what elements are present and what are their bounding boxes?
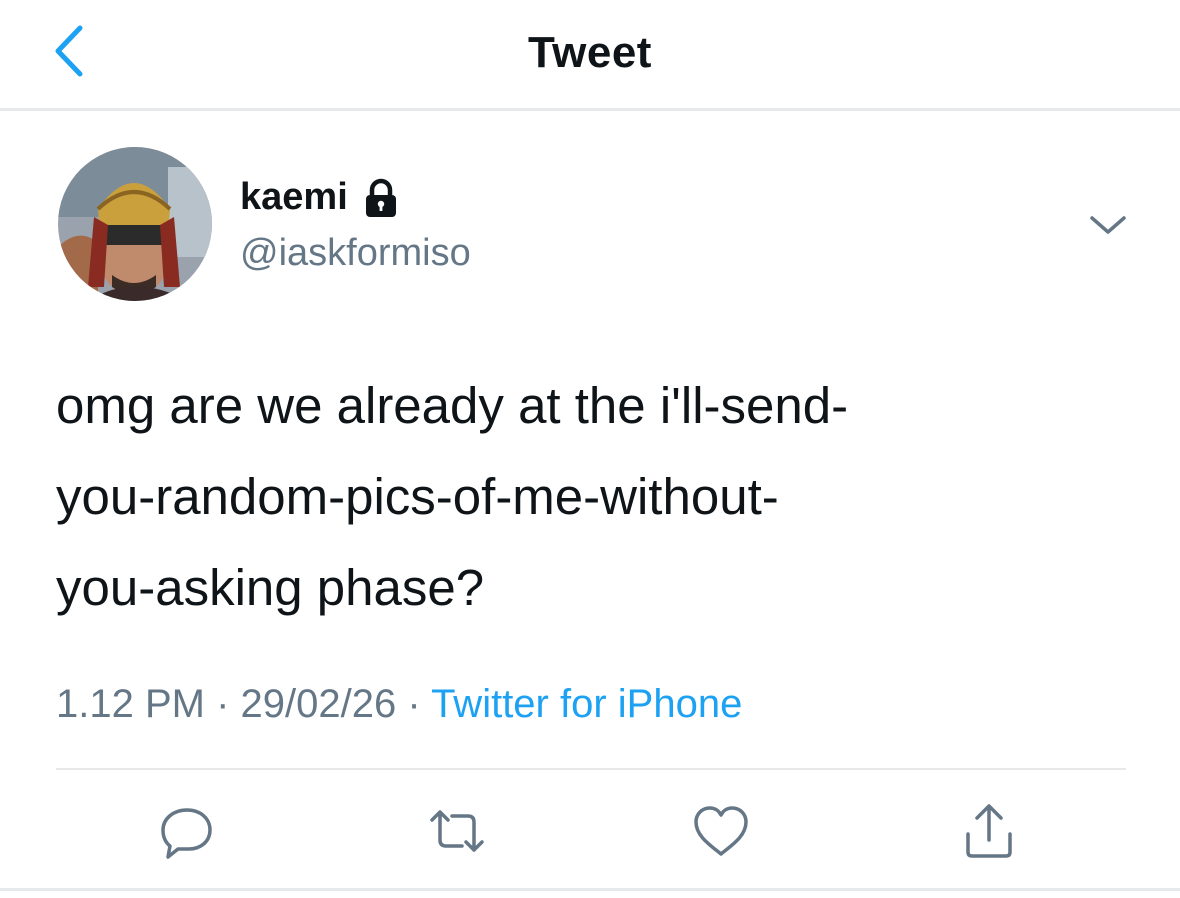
- like-button[interactable]: [688, 798, 754, 864]
- tweet-source-link[interactable]: Twitter for iPhone: [431, 682, 742, 726]
- top-nav-bar: Tweet: [0, 0, 1180, 111]
- more-options-button[interactable]: [1086, 210, 1130, 240]
- divider: [0, 888, 1180, 891]
- avatar[interactable]: [58, 147, 212, 301]
- reply-icon: [161, 808, 212, 859]
- tweet-time: 1.12 PM: [56, 682, 205, 726]
- tweet-text: omg are we already at the i'll-send- you…: [56, 360, 1116, 633]
- meta-separator: ·: [407, 682, 432, 726]
- lock-icon: [365, 178, 396, 217]
- avatar-image: [58, 147, 212, 301]
- share-button[interactable]: [956, 798, 1022, 864]
- like-icon: [694, 806, 748, 856]
- reply-button[interactable]: [154, 798, 220, 864]
- tweet-text-line: omg are we already at the i'll-send-: [56, 377, 849, 434]
- tweet-date: 29/02/26: [240, 682, 397, 726]
- chevron-down-icon: [1090, 216, 1126, 234]
- author-handle[interactable]: @iaskformiso: [240, 232, 471, 275]
- meta-separator: ·: [216, 682, 241, 726]
- author-name-row[interactable]: kaemi: [240, 176, 402, 219]
- author-name[interactable]: kaemi: [240, 176, 348, 219]
- divider: [56, 768, 1126, 770]
- page-title: Tweet: [528, 28, 652, 77]
- tweet-actions: [0, 780, 1180, 880]
- tweet-text-line: you-asking phase?: [56, 559, 485, 616]
- tweet-meta: 1.12 PM · 29/02/26 · Twitter for iPhone: [56, 682, 742, 727]
- retweet-icon: [430, 810, 484, 852]
- tweet-text-line: you-random-pics-of-me-without-: [56, 468, 779, 525]
- retweet-button[interactable]: [424, 798, 490, 864]
- share-icon: [966, 804, 1012, 858]
